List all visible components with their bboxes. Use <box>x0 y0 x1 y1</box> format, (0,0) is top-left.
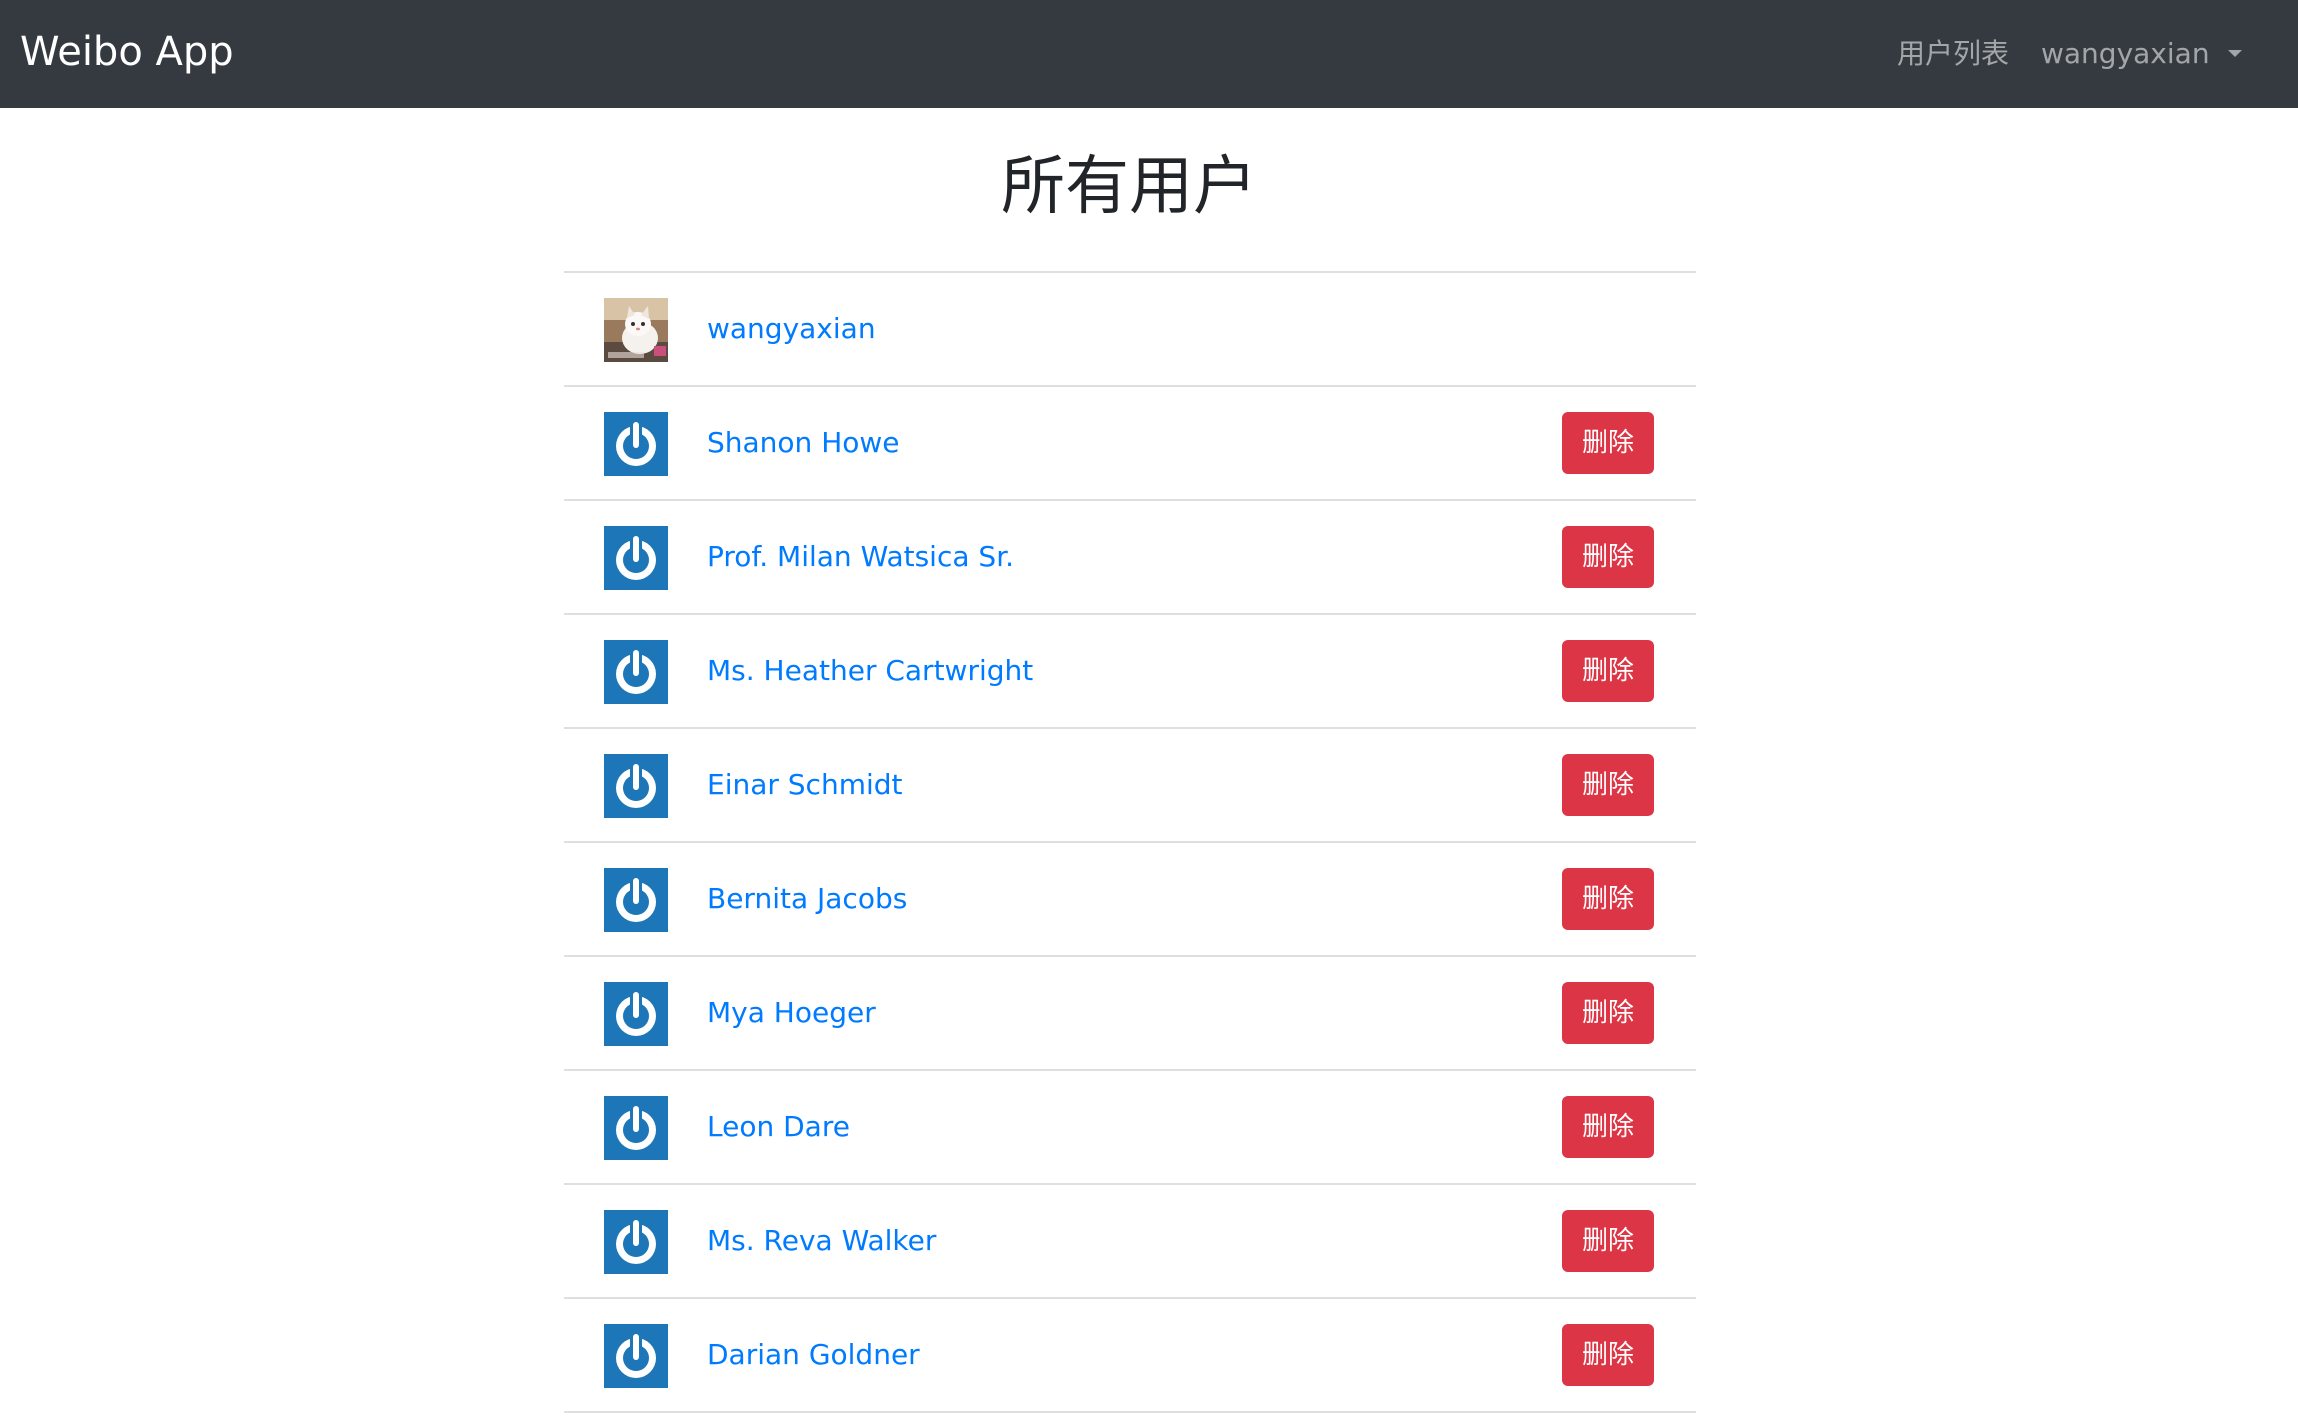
user-avatar[interactable] <box>604 526 668 590</box>
user-avatar[interactable] <box>604 640 668 704</box>
user-row-2: Prof. Milan Watsica Sr. 删除 <box>564 501 1696 615</box>
user-name-link[interactable]: Mya Hoeger <box>707 991 876 1035</box>
user-row-1: Shanon Howe 删除 <box>564 387 1696 501</box>
user-row-9: Darian Goldner 删除 <box>564 1299 1696 1413</box>
delete-user-button[interactable]: 删除 <box>1562 1324 1654 1386</box>
user-avatar[interactable] <box>604 412 668 476</box>
delete-user-button[interactable]: 删除 <box>1562 412 1654 474</box>
delete-user-button[interactable]: 删除 <box>1562 640 1654 702</box>
power-icon <box>604 1096 668 1160</box>
page-title: 所有用户 <box>1001 150 1257 224</box>
delete-user-button[interactable]: 删除 <box>1562 868 1654 930</box>
user-row-4: Einar Schmidt 删除 <box>564 729 1696 843</box>
account-name: wangyaxian <box>2041 37 2210 70</box>
user-name-link[interactable]: Bernita Jacobs <box>707 877 907 921</box>
brand-link[interactable]: Weibo App <box>20 26 234 78</box>
delete-user-button[interactable]: 删除 <box>1562 1210 1654 1272</box>
user-avatar[interactable] <box>604 868 668 932</box>
user-name-link[interactable]: Ms. Heather Cartwright <box>707 649 1033 693</box>
power-icon <box>604 526 668 590</box>
user-name-link[interactable]: Ms. Reva Walker <box>707 1219 936 1263</box>
user-row-6: Mya Hoeger 删除 <box>564 957 1696 1071</box>
delete-user-button[interactable]: 删除 <box>1562 982 1654 1044</box>
account-dropdown[interactable]: wangyaxian <box>2041 32 2242 76</box>
user-avatar[interactable] <box>604 754 668 818</box>
user-row-3: Ms. Heather Cartwright 删除 <box>564 615 1696 729</box>
power-icon <box>604 868 668 932</box>
user-name-link[interactable]: Shanon Howe <box>707 421 900 465</box>
delete-user-button[interactable]: 删除 <box>1562 1096 1654 1158</box>
user-list: wangyaxian Shanon Howe 删除 Prof. Milan Wa… <box>564 271 1696 1413</box>
user-row-8: Ms. Reva Walker 删除 <box>564 1185 1696 1299</box>
user-avatar[interactable] <box>604 298 668 362</box>
power-icon <box>604 1210 668 1274</box>
power-icon <box>604 412 668 476</box>
delete-user-button[interactable]: 删除 <box>1562 526 1654 588</box>
user-name-link[interactable]: wangyaxian <box>707 307 876 351</box>
delete-user-button[interactable]: 删除 <box>1562 754 1654 816</box>
power-icon <box>604 982 668 1046</box>
user-name-link[interactable]: Darian Goldner <box>707 1333 920 1377</box>
user-name-link[interactable]: Leon Dare <box>707 1105 850 1149</box>
nav-users-link[interactable]: 用户列表 <box>1897 32 2009 76</box>
user-row-5: Bernita Jacobs 删除 <box>564 843 1696 957</box>
power-icon <box>604 754 668 818</box>
user-avatar[interactable] <box>604 1096 668 1160</box>
user-row-0: wangyaxian <box>564 273 1696 387</box>
top-navbar: Weibo App 用户列表 wangyaxian <box>0 0 2298 108</box>
power-icon <box>604 1324 668 1388</box>
user-name-link[interactable]: Prof. Milan Watsica Sr. <box>707 535 1014 579</box>
user-row-7: Leon Dare 删除 <box>564 1071 1696 1185</box>
user-avatar[interactable] <box>604 1324 668 1388</box>
cat-photo-avatar <box>604 298 668 362</box>
user-avatar[interactable] <box>604 982 668 1046</box>
user-name-link[interactable]: Einar Schmidt <box>707 763 903 807</box>
caret-down-icon <box>2227 50 2242 57</box>
user-avatar[interactable] <box>604 1210 668 1274</box>
power-icon <box>604 640 668 704</box>
